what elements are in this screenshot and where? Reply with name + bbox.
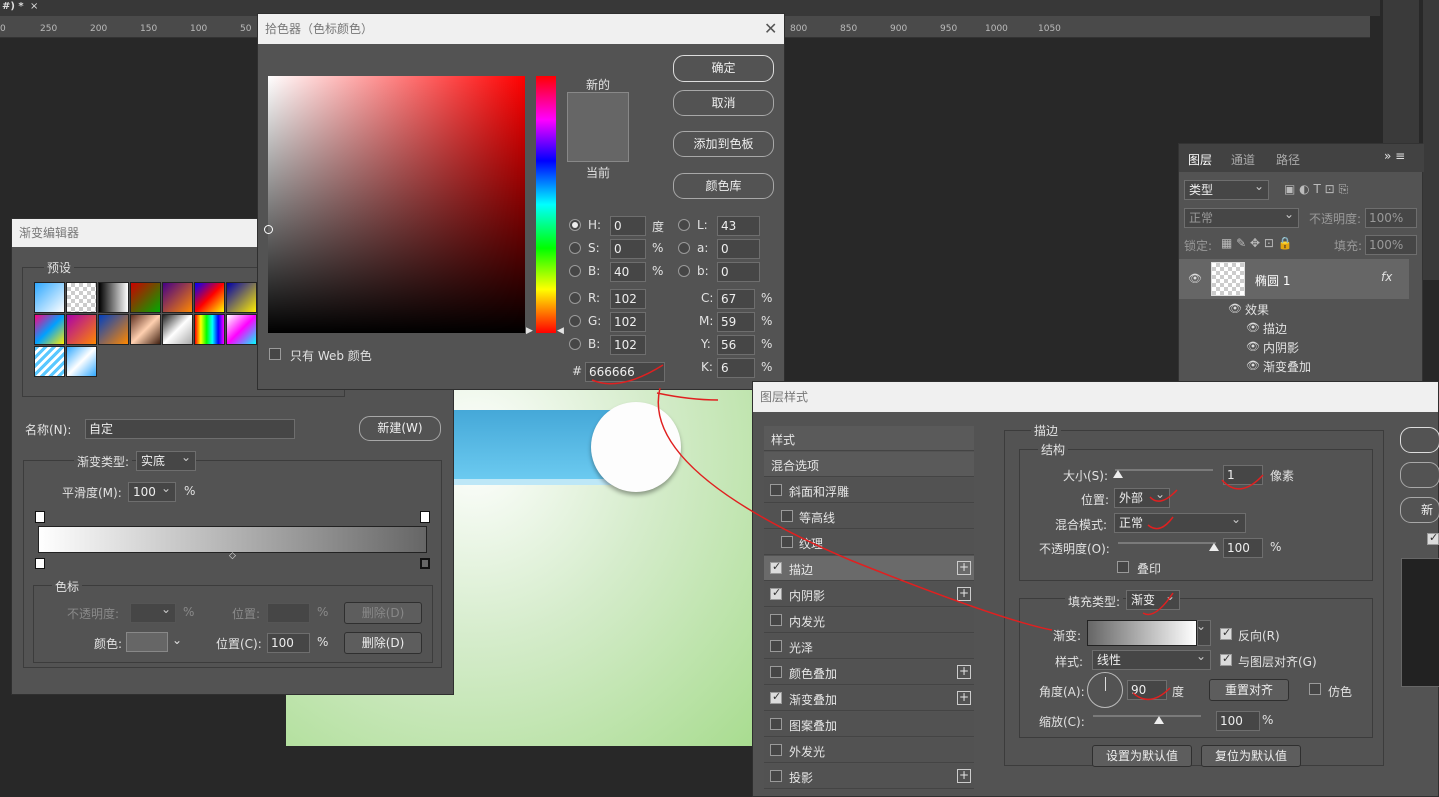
annotation-angle-mark <box>1132 687 1171 701</box>
red-annotation-strokes <box>591 364 1264 701</box>
annotation-hex-underline <box>591 364 664 385</box>
annotation-size-mark <box>1221 474 1264 490</box>
annotation-blend-mark <box>1147 516 1174 530</box>
annotation-fill-mark <box>1142 592 1174 616</box>
annotation-position-mark <box>1149 489 1178 502</box>
annotation-arrow <box>656 387 1053 631</box>
